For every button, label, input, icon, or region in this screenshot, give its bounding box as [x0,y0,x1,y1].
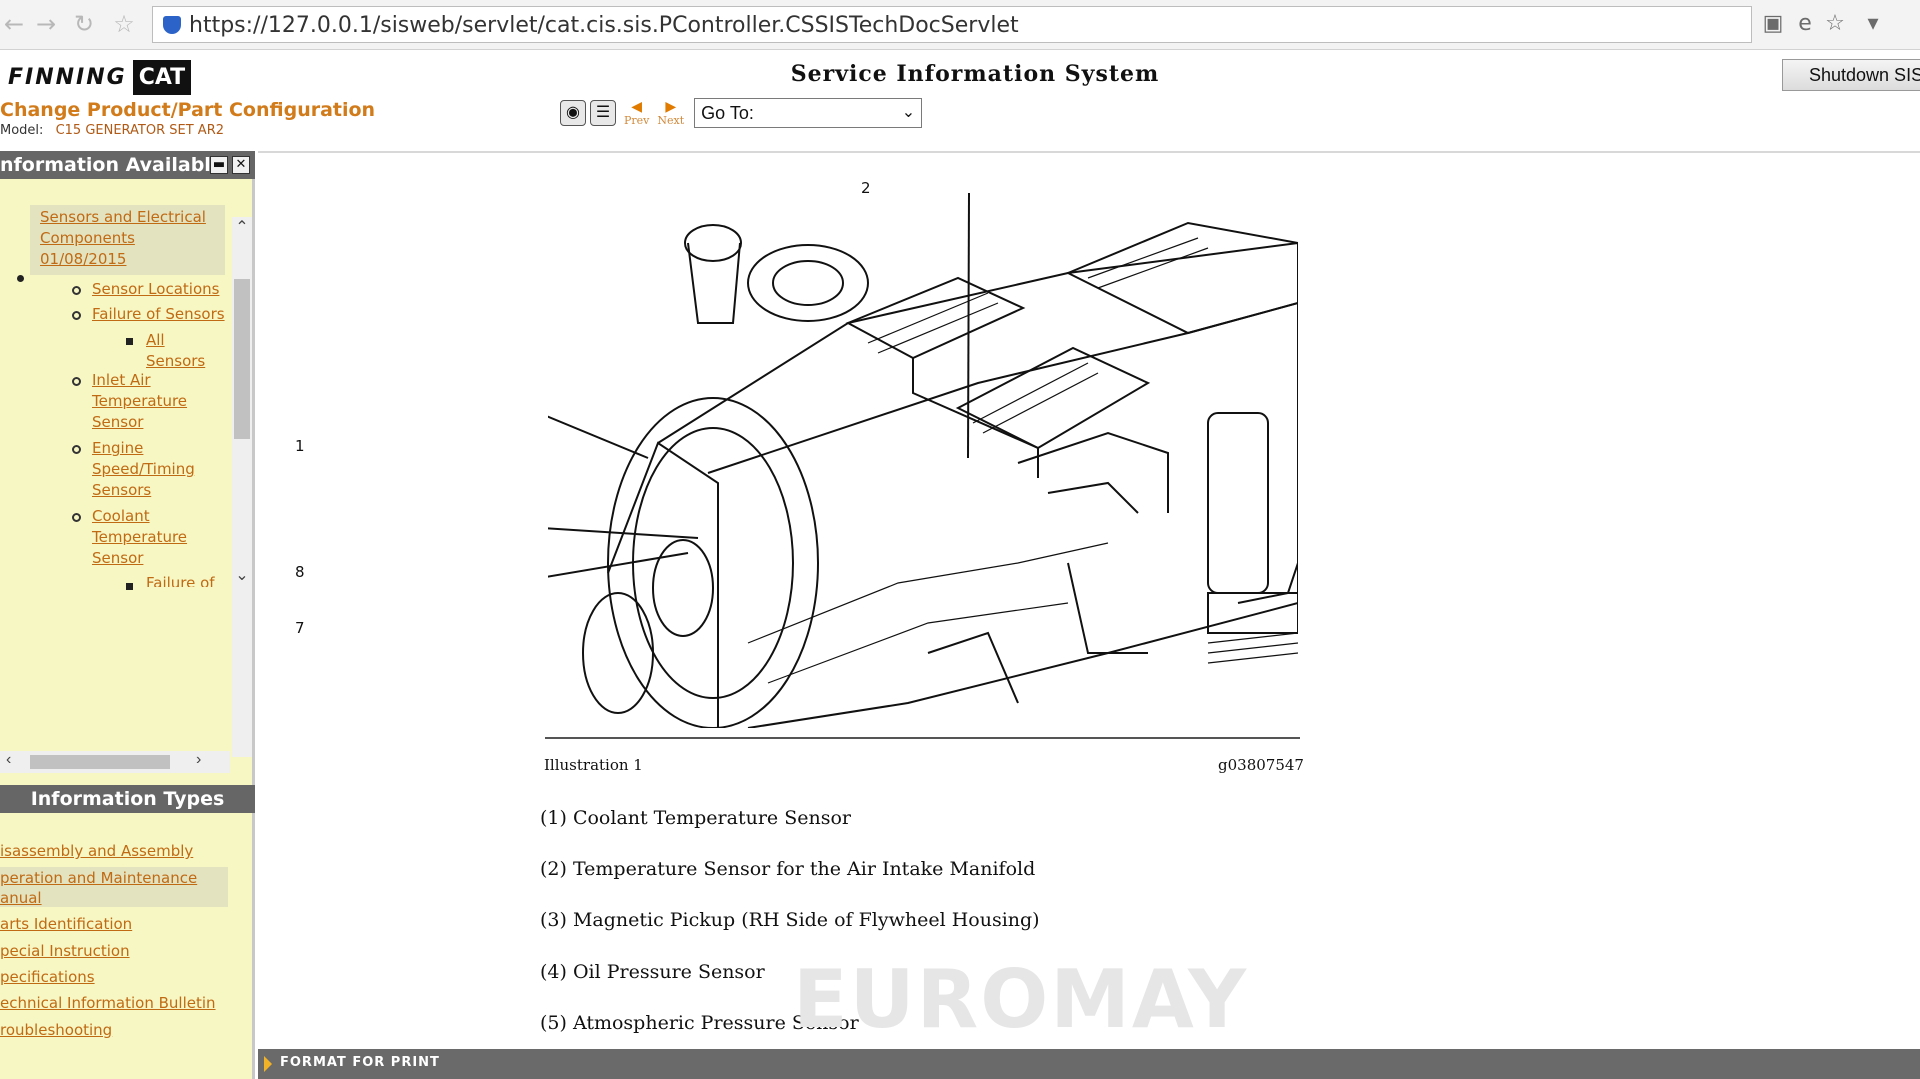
browser-toolbar: ← → ↻ ☆ https://127.0.0.1/sisweb/servlet… [0,0,1920,50]
site-shield-icon [163,16,181,34]
camera-icon[interactable]: ◉ [560,100,586,126]
legend-item: (1) Coolant Temperature Sensor [540,807,851,829]
goto-select[interactable]: Go To: ⌄ [694,98,923,128]
tree-item-sensor-locations[interactable]: Sensor Locations [92,279,219,300]
address-url[interactable]: https://127.0.0.1/sisweb/servlet/cat.cis… [189,13,1019,38]
information-types-title: Information Types [30,788,225,810]
type-special-instruction[interactable]: pecial Instruction [0,942,130,960]
type-specifications[interactable]: pecifications [0,968,95,986]
ie-icon[interactable]: e [1792,11,1818,37]
scroll-up-icon[interactable]: ⌃ [232,217,252,237]
bullet-icon [17,275,24,282]
prev-label: Prev [624,113,650,127]
legend-item: (3) Magnetic Pickup (RH Side of Flywheel… [540,909,1040,931]
illustration-caption: Illustration 1 [544,756,643,774]
shutdown-sis-button[interactable]: Shutdown SIS [1782,59,1920,91]
close-icon[interactable]: ✕ [232,156,250,174]
square-bullet-icon [126,338,133,345]
tree-item-inlet-air-temperature[interactable]: Inlet Air Temperature Sensor [92,370,202,433]
compatibility-view-icon[interactable]: ▣ [1760,11,1786,37]
bookmark-star-icon[interactable]: ☆ [1822,11,1848,37]
tree-item-failure-of-sensors[interactable]: Failure of Sensors [92,304,225,325]
information-available-header: nformation Available ▬ ✕ [0,151,255,179]
address-bar[interactable]: https://127.0.0.1/sisweb/servlet/cat.cis… [152,6,1752,43]
tree-selected-block: Sensors and Electrical Components 01/08/… [30,205,225,275]
document-icon[interactable]: ☰ [590,100,616,126]
forward-arrow-icon[interactable]: → [32,10,60,38]
illustration-code: g03807547 [1218,756,1304,774]
goto-value: Go To: [701,103,754,123]
tree-link-date[interactable]: 01/08/2015 [40,249,225,270]
prev-arrow-icon: ◀ [631,98,643,115]
document-content: 2 1 8 7 Illustration 1 g03807547 (1) Coo… [258,151,1920,1049]
scroll-down-icon[interactable]: ⌄ [232,565,252,585]
prev-button[interactable]: ◀ Prev [624,100,649,127]
type-parts-identification[interactable]: arts Identification [0,915,132,933]
type-troubleshooting[interactable]: roubleshooting [0,1021,112,1039]
information-tree: Sensors and Electrical Components 01/08/… [0,205,230,755]
reload-icon[interactable]: ↻ [70,10,98,38]
next-arrow-icon: ▶ [665,98,677,115]
document-toolbar: ◉ ☰ ◀ Prev ▶ Next Go To: ⌄ [560,95,923,131]
tree-vertical-scrollbar[interactable]: ⌃ ⌄ [232,217,252,757]
information-available-title: nformation Available [0,154,210,176]
watermark: EUROMAY [793,953,1249,1046]
circle-bullet-icon [72,445,81,454]
back-arrow-icon[interactable]: ← [0,10,28,38]
sidebar: nformation Available ▬ ✕ Sensors and Ele… [0,151,255,1079]
tree-horizontal-scrollbar[interactable]: ‹ › [0,751,230,773]
tree-item-coolant-temperature[interactable]: Coolant Temperature Sensor [92,506,202,569]
information-types-header: Information Types [0,785,255,813]
callout-label: 1 [295,437,305,455]
page-title: Service Information System [790,61,1160,87]
illustration-rule [545,737,1300,739]
model-value: C15 GENERATOR SET AR2 [55,123,225,138]
next-button[interactable]: ▶ Next [657,100,684,127]
type-disassembly-assembly[interactable]: isassembly and Assembly [0,842,193,860]
model-line: Model: C15 GENERATOR SET AR2 [0,123,224,138]
scroll-thumb-horizontal[interactable] [30,755,170,769]
type-technical-info-bulletin[interactable]: echnical Information Bulletin [0,994,216,1012]
circle-bullet-icon [72,513,81,522]
scroll-left-icon[interactable]: ‹ [6,751,11,769]
tree-item-all-sensors[interactable]: All Sensors [146,330,206,372]
circle-bullet-icon [72,311,81,320]
tree-item-failure-of[interactable]: Failure of [146,573,215,587]
callout-label: 2 [861,179,871,197]
format-for-print-label: FORMAT FOR PRINT [280,1055,440,1070]
dropdown-arrow-icon[interactable]: ▾ [1860,11,1886,37]
square-bullet-icon [126,583,133,590]
format-for-print-bar[interactable]: FORMAT FOR PRINT [258,1049,1920,1079]
engine-illustration [548,183,1298,728]
circle-bullet-icon [72,377,81,386]
scroll-thumb[interactable] [234,279,250,439]
expand-arrow-icon [264,1056,272,1072]
model-label: Model: [0,123,44,138]
tree-item-engine-speed-timing[interactable]: Engine Speed/Timing Sensors [92,438,212,501]
minimize-icon[interactable]: ▬ [210,156,228,174]
chevron-down-icon: ⌄ [901,104,916,121]
tree-link-sensors[interactable]: Sensors and Electrical Components [40,207,225,249]
sis-header: FINNING CAT Service Information System S… [0,51,1920,151]
change-product-link[interactable]: Change Product/Part Configuration [0,99,375,121]
next-label: Next [657,113,685,127]
callout-label: 8 [295,563,305,581]
legend-item: (4) Oil Pressure Sensor [540,961,765,983]
favorite-star-icon[interactable]: ☆ [110,10,138,38]
circle-bullet-icon [72,286,81,295]
legend-item: (2) Temperature Sensor for the Air Intak… [540,858,1036,880]
scroll-right-icon[interactable]: › [196,751,201,769]
type-operation-maintenance[interactable]: peration and Maintenance anual [0,868,200,908]
callout-label: 7 [295,619,305,637]
